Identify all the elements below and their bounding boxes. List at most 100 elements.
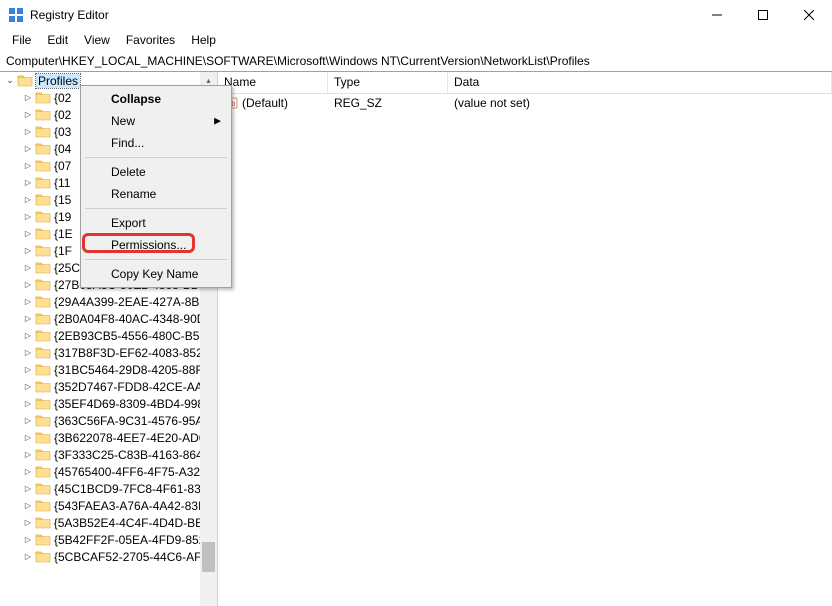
close-button[interactable]	[786, 0, 832, 30]
tree-node[interactable]: ▷{45765400-4FF6-4F75-A320-8	[18, 463, 217, 480]
folder-icon	[35, 448, 51, 461]
tree-node[interactable]: ▷{543FAEA3-A76A-4A42-83E0	[18, 497, 217, 514]
folder-icon	[35, 431, 51, 444]
chevron-right-icon[interactable]: ▷	[22, 348, 34, 357]
folder-icon	[35, 346, 51, 359]
tree-node[interactable]: ▷ {2EB93CB5-4556-480C-B524-	[18, 327, 217, 344]
menu-edit[interactable]: Edit	[39, 31, 76, 49]
window-title: Registry Editor	[30, 8, 694, 22]
tree-node[interactable]: ▷ {29A4A399-2EAE-427A-8B67	[18, 293, 217, 310]
folder-icon	[35, 278, 51, 291]
column-header-name[interactable]: Name	[218, 72, 328, 93]
tree-node[interactable]: ▷{35EF4D69-8309-4BD4-9984-	[18, 395, 217, 412]
folder-icon	[35, 295, 51, 308]
app-icon	[8, 7, 24, 23]
folder-icon	[35, 142, 51, 155]
cell-data: (value not set)	[448, 95, 832, 111]
chevron-right-icon[interactable]: ▷	[22, 450, 34, 459]
tree-label: {2EB93CB5-4556-480C-B524-	[54, 329, 217, 343]
chevron-right-icon[interactable]: ▷	[22, 433, 34, 442]
chevron-right-icon[interactable]: ▷	[22, 501, 34, 510]
list-row[interactable]: ab(Default)REG_SZ(value not set)	[218, 94, 832, 112]
column-header-data[interactable]: Data	[448, 72, 832, 93]
context-rename[interactable]: Rename	[83, 183, 229, 205]
folder-icon	[35, 244, 51, 257]
folder-icon	[35, 550, 51, 563]
tree-label: {31BC5464-29D8-4205-88FD-	[54, 363, 215, 377]
tree-label: {04	[54, 142, 71, 156]
tree-label: {02	[54, 108, 71, 122]
context-delete[interactable]: Delete	[83, 161, 229, 183]
menu-separator	[85, 157, 227, 158]
tree-node[interactable]: ▷{2B0A04F8-40AC-4348-90D9	[18, 310, 217, 327]
chevron-right-icon[interactable]: ▷	[22, 484, 34, 493]
chevron-right-icon[interactable]: ▷	[22, 110, 34, 119]
tree-label: {352D7467-FDD8-42CE-AADI	[54, 380, 215, 394]
tree-label: {317B8F3D-EF62-4083-852B-	[54, 346, 215, 360]
context-permissions[interactable]: Permissions...	[83, 234, 229, 256]
chevron-right-icon[interactable]: ▷	[22, 552, 34, 561]
context-collapse[interactable]: Collapse	[83, 88, 229, 110]
chevron-right-icon[interactable]: ▷	[22, 314, 34, 323]
tree-label: {5B42FF2F-05EA-4FD9-852A-	[54, 533, 217, 547]
chevron-right-icon[interactable]: ▷	[22, 416, 34, 425]
tree-node[interactable]: ▷ {3B622078-4EE7-4E20-AD62-	[18, 429, 217, 446]
tree-node[interactable]: ▷{45C1BCD9-7FC8-4F61-83F4	[18, 480, 217, 497]
chevron-right-icon[interactable]: ▷	[22, 127, 34, 136]
folder-icon	[35, 516, 51, 529]
folder-icon	[35, 159, 51, 172]
chevron-right-icon[interactable]: ▷	[22, 467, 34, 476]
chevron-right-icon[interactable]: ▷	[22, 263, 34, 272]
list-pane[interactable]: NameTypeData ab(Default)REG_SZ(value not…	[218, 72, 832, 606]
tree-label: {1F	[54, 244, 72, 258]
tree-node[interactable]: ▷ {31BC5464-29D8-4205-88FD-	[18, 361, 217, 378]
context-copy-key-name[interactable]: Copy Key Name	[83, 263, 229, 285]
chevron-right-icon[interactable]: ▷	[22, 178, 34, 187]
chevron-right-icon[interactable]: ▷	[22, 144, 34, 153]
tree-node[interactable]: ▷{3F333C25-C83B-4163-864E-	[18, 446, 217, 463]
chevron-right-icon[interactable]: ▷	[22, 297, 34, 306]
chevron-down-icon[interactable]: ⌄	[4, 75, 16, 86]
chevron-right-icon[interactable]: ▷	[22, 535, 34, 544]
chevron-right-icon[interactable]: ▷	[22, 331, 34, 340]
chevron-right-icon[interactable]: ▷	[22, 246, 34, 255]
address-bar[interactable]: Computer\HKEY_LOCAL_MACHINE\SOFTWARE\Mic…	[0, 50, 832, 72]
tree-node[interactable]: ▷ {317B8F3D-EF62-4083-852B-	[18, 344, 217, 361]
tree-label: Profiles	[36, 74, 80, 88]
tree-label: {07	[54, 159, 71, 173]
menu-view[interactable]: View	[76, 31, 118, 49]
folder-icon	[35, 363, 51, 376]
tree-node[interactable]: ▷ {363C56FA-9C31-4576-95A7-	[18, 412, 217, 429]
menu-help[interactable]: Help	[183, 31, 224, 49]
chevron-right-icon[interactable]: ▷	[22, 382, 34, 391]
minimize-button[interactable]	[694, 0, 740, 30]
tree-node[interactable]: ▷{5CBCAF52-2705-44C6-AF28	[18, 548, 217, 565]
context-new[interactable]: New▶	[83, 110, 229, 132]
tree-label: {363C56FA-9C31-4576-95A7-	[54, 414, 214, 428]
chevron-right-icon[interactable]: ▷	[22, 195, 34, 204]
tree-label: {3B622078-4EE7-4E20-AD62-	[54, 431, 216, 445]
tree-label: {1E	[54, 227, 73, 241]
scroll-thumb[interactable]	[202, 542, 215, 572]
menu-favorites[interactable]: Favorites	[118, 31, 183, 49]
chevron-right-icon[interactable]: ▷	[22, 161, 34, 170]
chevron-right-icon[interactable]: ▷	[22, 399, 34, 408]
menu-file[interactable]: File	[4, 31, 39, 49]
chevron-right-icon[interactable]: ▷	[22, 212, 34, 221]
chevron-right-icon[interactable]: ▷	[22, 229, 34, 238]
chevron-right-icon[interactable]: ▷	[22, 93, 34, 102]
chevron-right-icon[interactable]: ▷	[22, 365, 34, 374]
column-header-type[interactable]: Type	[328, 72, 448, 93]
tree-node[interactable]: ▷ {5A3B52E4-4C4F-4D4D-BEDC	[18, 514, 217, 531]
chevron-right-icon[interactable]: ▷	[22, 280, 34, 289]
context-find[interactable]: Find...	[83, 132, 229, 154]
tree-node[interactable]: ▷ {5B42FF2F-05EA-4FD9-852A-	[18, 531, 217, 548]
tree-label: {29A4A399-2EAE-427A-8B67	[54, 295, 213, 309]
context-export[interactable]: Export	[83, 212, 229, 234]
tree-label: {5A3B52E4-4C4F-4D4D-BEDC	[54, 516, 217, 530]
tree-node[interactable]: ▷ {352D7467-FDD8-42CE-AADI	[18, 378, 217, 395]
folder-icon	[35, 312, 51, 325]
list-header: NameTypeData	[218, 72, 832, 94]
maximize-button[interactable]	[740, 0, 786, 30]
chevron-right-icon[interactable]: ▷	[22, 518, 34, 527]
